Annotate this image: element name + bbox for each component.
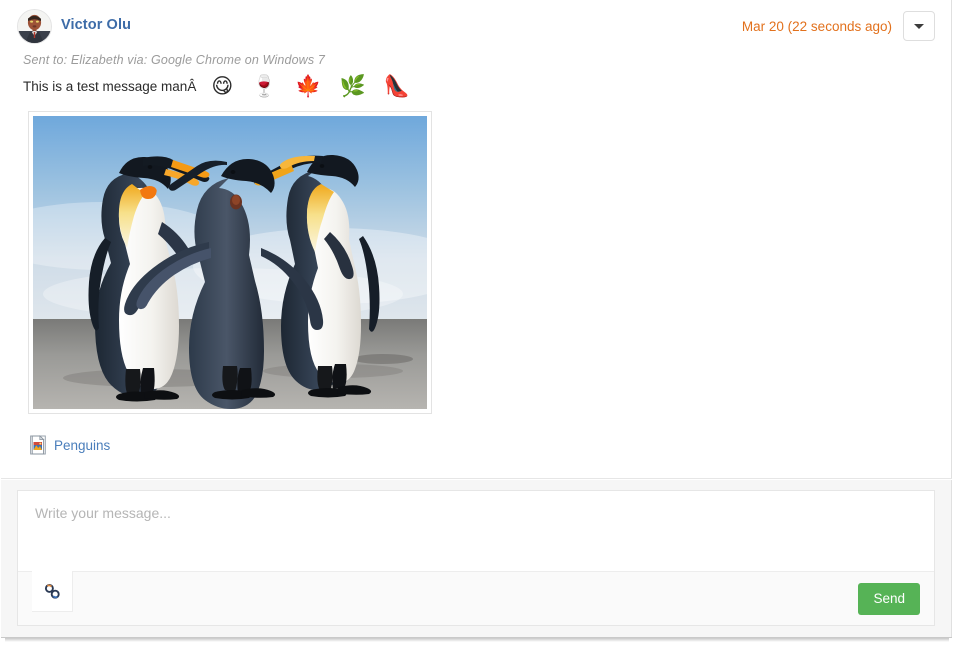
message-input[interactable]: [18, 491, 934, 571]
message-item: Victor Olu Mar 20 (22 seconds ago) Sent …: [1, 0, 951, 455]
composer-area: Send: [1, 480, 952, 638]
file-attachment-link[interactable]: Penguins: [29, 435, 110, 455]
penguins-photo: [33, 116, 427, 409]
face-savoring-food-emoji: 😋: [211, 74, 234, 98]
link-chain-icon: [44, 583, 60, 599]
message-meta: Mar 20 (22 seconds ago): [742, 11, 935, 41]
sent-via-label: Sent to: Elizabeth via: Google Chrome on…: [23, 53, 325, 67]
wine-glass-emoji: 🍷: [251, 74, 278, 98]
attachment-name: Penguins: [54, 437, 111, 453]
chevron-down-icon: [914, 23, 924, 29]
high-heeled-shoe-emoji: 👠: [383, 74, 410, 98]
maple-leaf-emoji: 🍁: [295, 74, 322, 98]
sender-name[interactable]: Victor Olu: [61, 9, 131, 41]
attach-link-button[interactable]: [32, 571, 73, 612]
avatar: [17, 9, 52, 44]
composer-toolbar: Send: [18, 571, 934, 625]
chat-window: Victor Olu Mar 20 (22 seconds ago) Sent …: [0, 0, 954, 651]
image-file-icon: [30, 435, 46, 455]
message-timestamp: Mar 20 (22 seconds ago): [741, 18, 892, 34]
panel-drop-shadow: [5, 638, 949, 642]
message-image-attachment[interactable]: [28, 111, 432, 414]
herb-emoji: 🌿: [339, 74, 366, 98]
send-button[interactable]: Send: [858, 582, 920, 615]
message-body-text: This is a test message manÂ: [23, 78, 197, 94]
user-avatar-photo: [18, 10, 51, 43]
message-emoji-run: 😋 🍷 🍁 🌿 👠: [202, 76, 419, 97]
composer-box: Send: [17, 490, 935, 626]
conversation-panel: Victor Olu Mar 20 (22 seconds ago) Sent …: [1, 0, 952, 479]
message-body: This is a test message manÂ 😋 🍷 🍁 🌿 👠: [23, 76, 935, 97]
message-options-button[interactable]: [903, 11, 935, 41]
